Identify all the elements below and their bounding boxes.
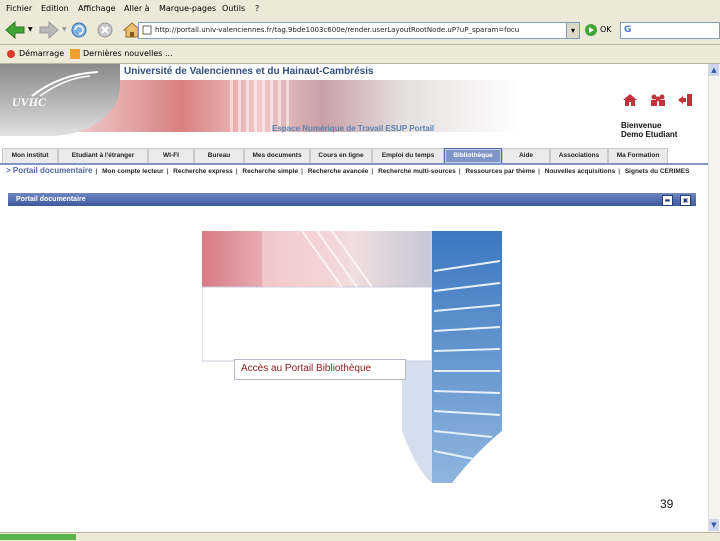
portal-library-image[interactable] (202, 231, 502, 483)
reload-icon[interactable] (70, 21, 88, 39)
address-dropdown[interactable]: ▾ (566, 22, 580, 39)
scroll-down-arrow-icon[interactable]: ▼ (709, 519, 719, 531)
tab-wifi[interactable]: WI-FI (148, 148, 194, 163)
menu-marque-pages[interactable]: Marque-pages (159, 4, 216, 13)
chevron-down-icon: ▾ (570, 26, 575, 35)
go-button[interactable]: OK (600, 25, 612, 34)
bookmark-demarrage[interactable]: Démarrage (19, 49, 64, 58)
submenu-item[interactable]: Recherche avancée (308, 168, 369, 175)
bookmark-red-icon (7, 50, 15, 58)
page-icon (142, 25, 152, 35)
bookmark-dernieres-nouvelles[interactable]: Dernières nouvelles ... (83, 49, 173, 58)
menu-outils[interactable]: Outils (222, 4, 245, 13)
scroll-up-arrow-icon[interactable]: ▲ (709, 64, 719, 76)
user-name: Demo Etudiant (621, 130, 678, 139)
google-icon: G (624, 25, 632, 35)
submenu-item[interactable]: Signets du CERIMES (625, 168, 690, 175)
group-icon[interactable] (650, 93, 666, 107)
menu-fichier[interactable]: Fichier (6, 4, 32, 13)
university-title: Université de Valenciennes et du Hainaut… (124, 66, 374, 77)
ent-title: Espace Numérique de Travail ESUP Portail (272, 124, 435, 133)
tab-associations[interactable]: Associations (550, 148, 608, 163)
tab-underline (0, 163, 708, 165)
tab-bibliotheque[interactable]: Bibliothèque (444, 148, 502, 163)
tab-emploi-du-temps[interactable]: Emploi du temps (372, 148, 444, 163)
menu-help[interactable]: ? (255, 4, 259, 13)
tab-ma-formation[interactable]: Ma Formation (608, 148, 668, 163)
address-bar[interactable]: http://portail.univ-valenciennes.fr/tag.… (138, 22, 580, 39)
rss-icon (70, 49, 80, 59)
submenu-item[interactable]: Recherche simple (242, 168, 298, 175)
submenu: > Portail documentaire | Mon compte lecte… (6, 166, 690, 175)
tab-mes-documents[interactable]: Mes documents (244, 148, 310, 163)
forward-arrow-icon[interactable] (38, 21, 60, 39)
menu-aller[interactable]: Aller à (124, 4, 150, 13)
vertical-scrollbar[interactable] (708, 64, 720, 532)
welcome-label: Bienvenue (621, 121, 662, 130)
forward-dropdown-icon[interactable]: ▼ (62, 26, 67, 33)
browser-menubar: Fichier Edition Affichage Aller à Marque… (0, 0, 720, 17)
uvhc-logo-swoosh-icon (31, 71, 99, 97)
tab-aide[interactable]: Aide (502, 148, 550, 163)
submenu-item[interactable]: Ressources par thème (465, 168, 535, 175)
stop-icon[interactable] (96, 21, 114, 39)
menu-edition[interactable]: Edition (41, 4, 69, 13)
menu-affichage[interactable]: Affichage (78, 4, 116, 13)
home-icon[interactable] (622, 93, 638, 107)
tab-mon-institut[interactable]: Mon institut (2, 148, 58, 163)
slide-number: 39 (660, 497, 674, 511)
submenu-current[interactable]: > Portail documentaire (6, 166, 92, 175)
portal-bibliotheque-link[interactable]: Accès au Portail Bibliothèque (241, 363, 371, 374)
search-input[interactable]: G (620, 22, 720, 39)
minimize-icon[interactable]: ▬ (662, 195, 673, 206)
back-dropdown-icon[interactable]: ▼ (28, 26, 33, 33)
welcome-block: Bienvenue Demo Etudiant (621, 121, 677, 139)
submenu-item[interactable]: Mon compte lecteur (102, 168, 163, 175)
logo-uvhc[interactable]: UVHC (12, 95, 46, 110)
address-text: http://portail.univ-valenciennes.fr/tag.… (155, 26, 520, 34)
submenu-item[interactable]: Recherche multi-sources (378, 168, 456, 175)
submenu-item[interactable]: Recherche express (173, 168, 233, 175)
tab-cours-en-ligne[interactable]: Cours en ligne (310, 148, 372, 163)
go-icon[interactable] (584, 23, 598, 37)
maximize-icon[interactable]: ▣ (680, 195, 691, 206)
tab-etudiant-etranger[interactable]: Etudiant à l'étranger (58, 148, 148, 163)
submenu-item[interactable]: Nouvelles acquisitions (545, 168, 615, 175)
logout-icon[interactable] (677, 93, 693, 107)
channel-title: Portail documentaire (16, 196, 86, 203)
back-arrow-icon[interactable] (4, 21, 26, 39)
loading-progress (0, 534, 76, 540)
tab-bureau[interactable]: Bureau (194, 148, 244, 163)
bookmarks-toolbar: Démarrage Dernières nouvelles ... (0, 45, 720, 64)
channel-titlebar (8, 193, 696, 206)
